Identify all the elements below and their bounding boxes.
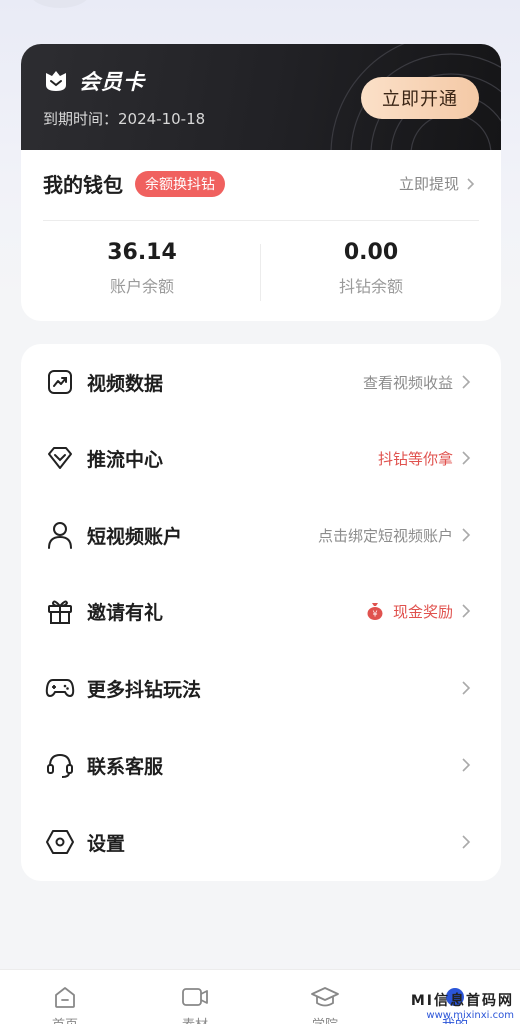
menu-item-invite[interactable]: 邀请有礼 ¥ 现金奖励 xyxy=(21,581,501,641)
chevron-right-icon xyxy=(462,375,471,389)
graduation-cap-icon xyxy=(311,987,339,1007)
video-camera-icon xyxy=(182,988,208,1006)
withdraw-label: 立即提现 xyxy=(398,175,459,193)
chevron-right-icon xyxy=(462,604,471,618)
member-card-title: 会员卡 xyxy=(79,70,145,94)
menu-hint-text: 现金奖励 xyxy=(392,602,453,621)
chevron-right-icon xyxy=(462,835,471,849)
chevron-right-icon xyxy=(462,528,471,542)
menu-card: 视频数据 查看视频收益 推流中心 抖钻等你拿 短视频账户 点击绑定短视频账户 邀… xyxy=(21,344,501,881)
diamond-value: 0.00 xyxy=(343,240,399,265)
headset-icon xyxy=(45,750,75,780)
menu-item-more-diamond[interactable]: 更多抖钻玩法 xyxy=(21,658,501,718)
menu-hint-text: 抖钻等你拿 xyxy=(377,449,453,468)
expire-date: 到期时间：2024-10-18 xyxy=(43,110,206,128)
withdraw-link[interactable]: 立即提现 xyxy=(399,173,477,194)
tab-label: 素材 xyxy=(182,1014,208,1024)
diamond-icon xyxy=(45,443,75,473)
menu-hint-text: 查看视频收益 xyxy=(362,373,453,392)
menu-hint: 查看视频收益 xyxy=(363,372,473,393)
menu-label: 联系客服 xyxy=(87,755,164,778)
tab-home[interactable]: 首页 xyxy=(0,984,130,1024)
menu-item-customer-service[interactable]: 联系客服 xyxy=(21,735,501,795)
menu-label: 邀请有礼 xyxy=(87,601,164,624)
menu-label: 推流中心 xyxy=(87,448,164,471)
chevron-right-icon xyxy=(467,177,475,190)
money-bag-icon: ¥ xyxy=(367,603,383,620)
settings-hexagon-icon xyxy=(45,827,75,857)
menu-item-short-video-account[interactable]: 短视频账户 点击绑定短视频账户 xyxy=(21,505,501,565)
balance-label: 账户余额 xyxy=(109,277,174,296)
gamepad-icon xyxy=(45,673,75,703)
menu-item-push-center[interactable]: 推流中心 抖钻等你拿 xyxy=(21,428,501,488)
menu-hint xyxy=(453,680,473,696)
menu-label: 更多抖钻玩法 xyxy=(87,678,202,701)
open-membership-button[interactable]: 立即开通 xyxy=(361,77,479,119)
member-title-row: 会员卡 xyxy=(43,66,145,96)
wallet-title: 我的钱包 xyxy=(43,173,123,197)
chevron-right-icon xyxy=(462,681,471,695)
diamond-label: 抖钻余额 xyxy=(338,277,403,296)
chevron-right-icon xyxy=(462,758,471,772)
menu-hint: 点击绑定短视频账户 xyxy=(318,525,473,546)
account-balance[interactable]: 36.14 账户余额 xyxy=(32,240,252,297)
tab-academy[interactable]: 学院 xyxy=(260,984,390,1024)
chevron-right-icon xyxy=(462,451,471,465)
wallet-card: 会员卡 到期时间：2024-10-18 立即开通 我的钱包 余额换抖钻 立即提现… xyxy=(21,44,501,321)
tab-material[interactable]: 素材 xyxy=(130,984,260,1024)
menu-item-video-data[interactable]: 视频数据 查看视频收益 xyxy=(21,352,501,412)
balance-value: 36.14 xyxy=(107,240,177,265)
home-icon xyxy=(55,987,75,1008)
menu-label: 设置 xyxy=(87,832,126,855)
gift-icon xyxy=(45,596,75,626)
wallet-header: 我的钱包 余额换抖钻 xyxy=(43,169,225,198)
menu-label: 视频数据 xyxy=(87,372,164,395)
menu-label: 短视频账户 xyxy=(87,525,183,548)
user-icon xyxy=(45,520,75,550)
watermark-url: www.mixinxi.com xyxy=(426,1010,514,1021)
menu-hint xyxy=(453,757,473,773)
menu-hint-text: 点击绑定短视频账户 xyxy=(317,526,453,545)
swap-diamond-badge[interactable]: 余额换抖钻 xyxy=(135,170,225,197)
tab-label: 学院 xyxy=(312,1014,338,1024)
menu-item-settings[interactable]: 设置 xyxy=(21,812,501,872)
watermark-text: MI信息首码网 xyxy=(410,993,514,1009)
menu-hint: 抖钻等你拿 xyxy=(378,448,473,469)
divider xyxy=(43,220,479,221)
member-card-banner: 会员卡 到期时间：2024-10-18 立即开通 xyxy=(21,44,501,150)
chart-trend-icon xyxy=(45,367,75,397)
tab-label: 首页 xyxy=(52,1014,78,1024)
diamond-balance[interactable]: 0.00 抖钻余额 xyxy=(261,240,481,297)
menu-hint: ¥ 现金奖励 xyxy=(365,601,473,622)
svg-text:¥: ¥ xyxy=(372,610,377,619)
watermark: MI信息首码网 www.mixinxi.com xyxy=(411,990,514,1021)
crown-badge-icon xyxy=(46,71,66,91)
menu-hint xyxy=(453,834,473,850)
